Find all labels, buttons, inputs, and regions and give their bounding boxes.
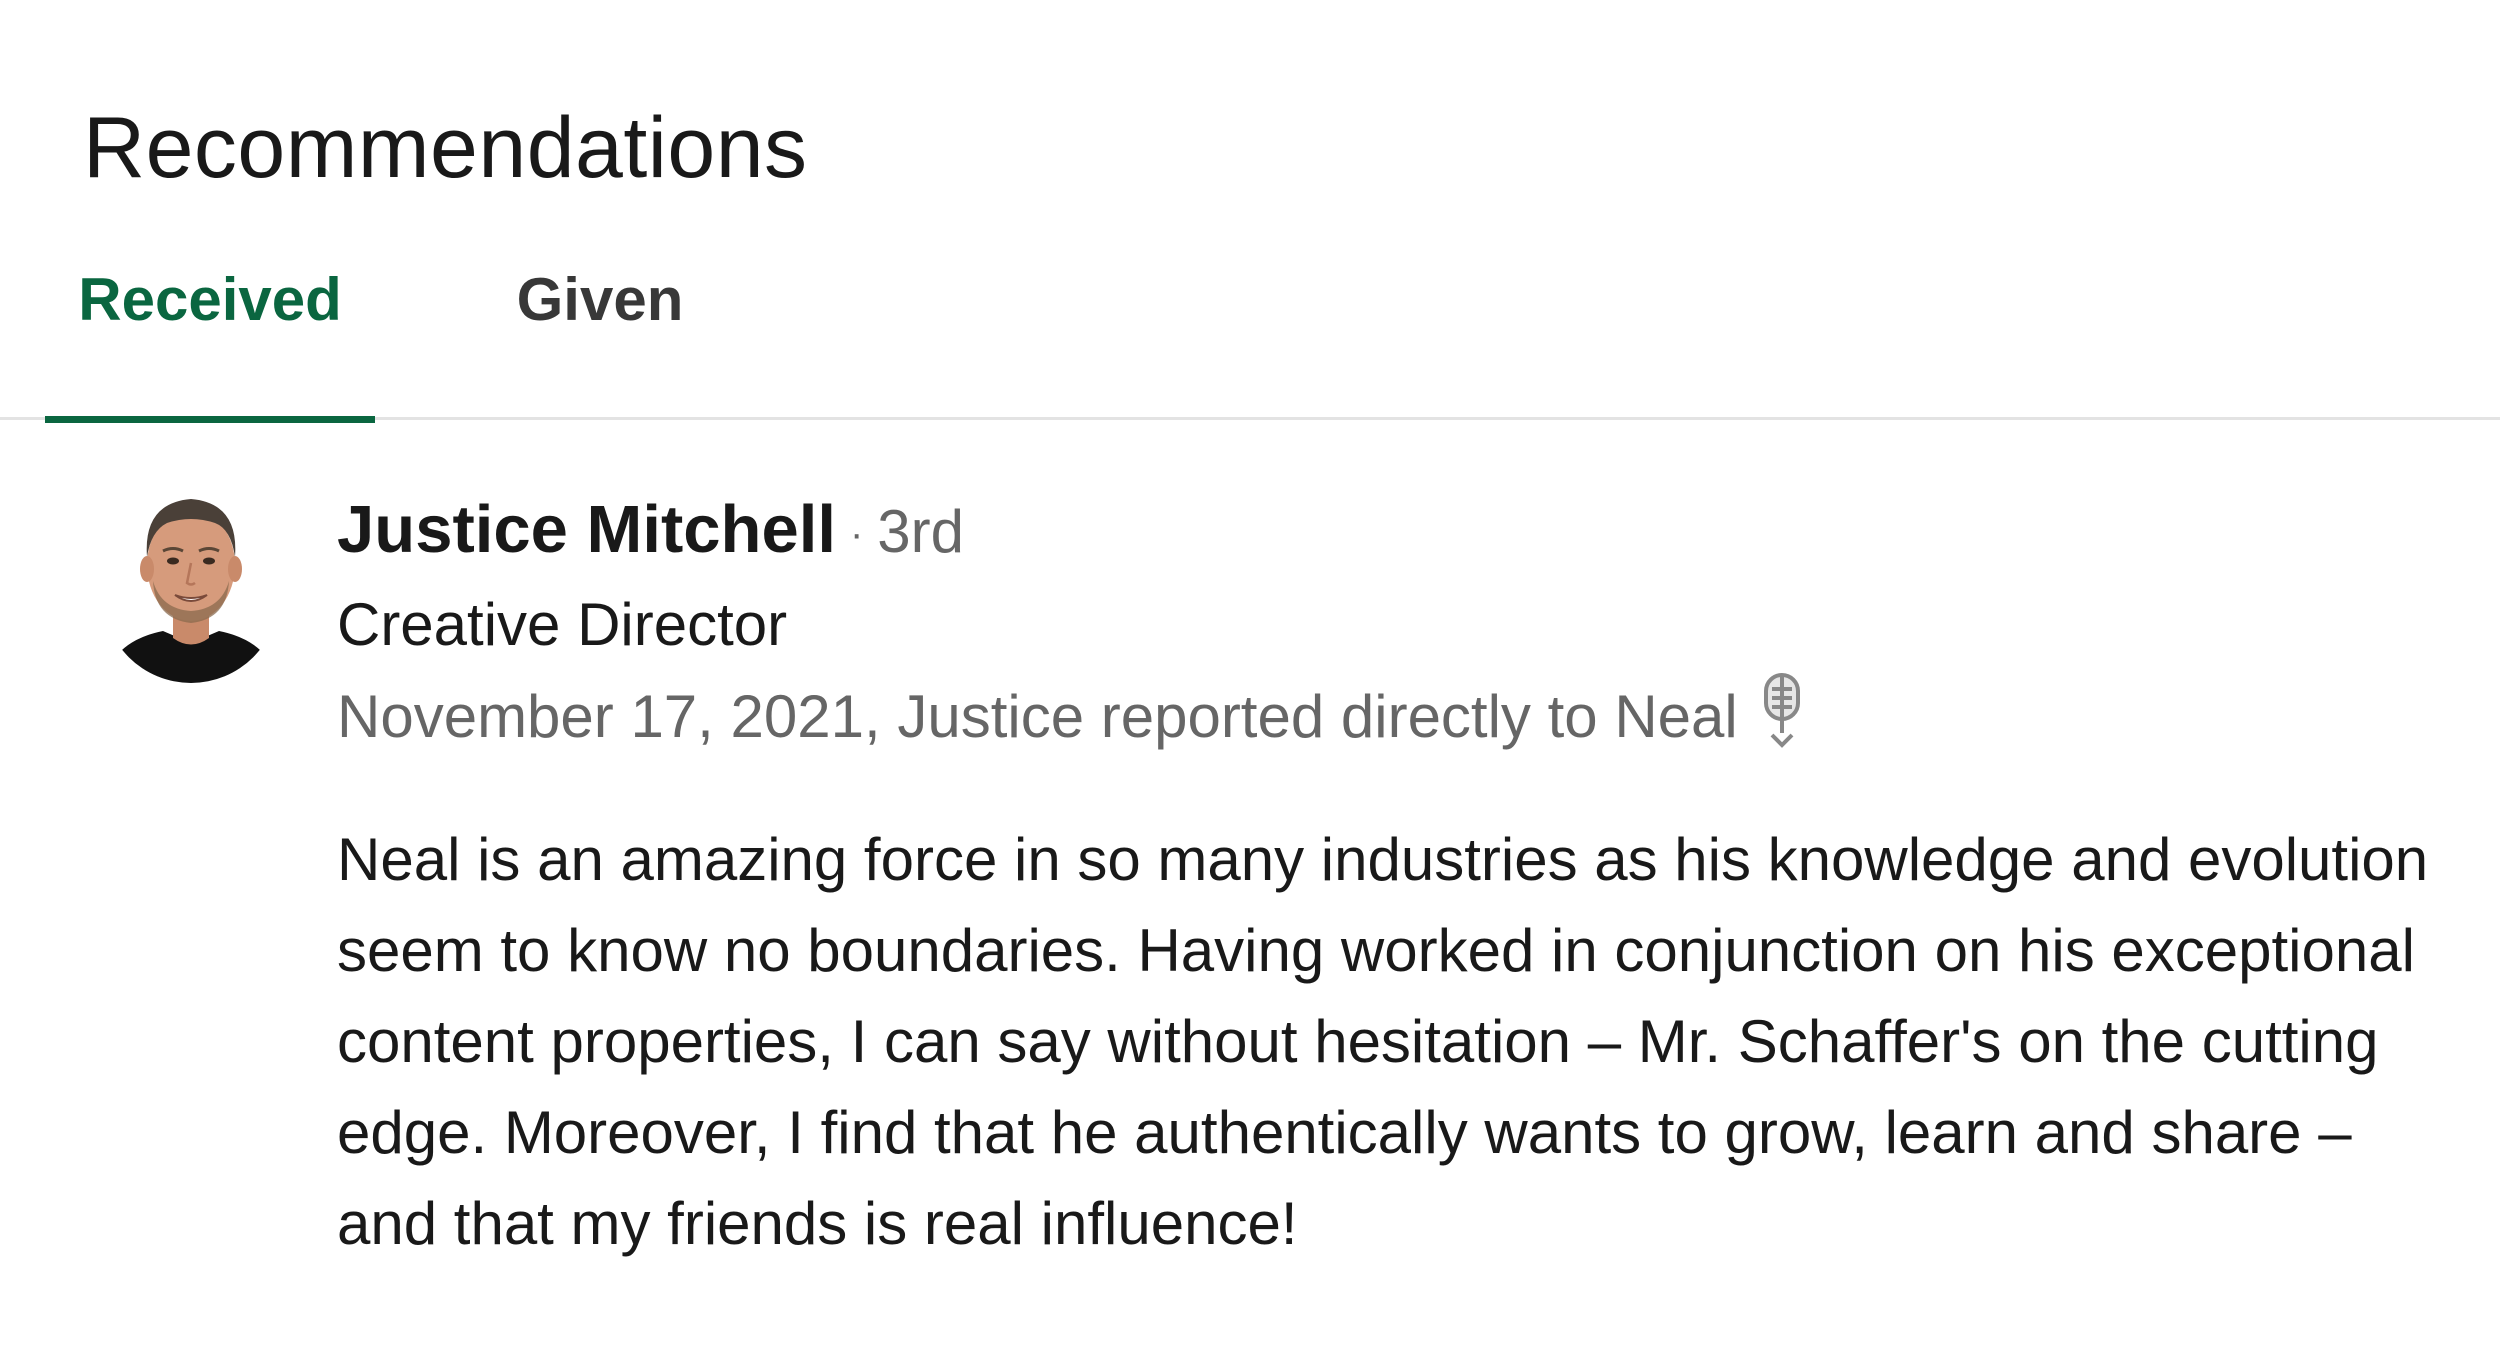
recommender-name-line: Justice Mitchell · 3rd <box>337 480 2437 580</box>
tab-received[interactable]: Received <box>45 250 375 423</box>
recommendation-date-relationship: November 17, 2021, Justice reported dire… <box>337 683 1738 750</box>
connection-degree: 3rd <box>877 498 964 565</box>
degree-separator: · <box>849 512 864 557</box>
microphone-icon <box>1754 671 1810 749</box>
recommendation-item: Justice Mitchell · 3rd Creative Director N… <box>337 480 2437 1269</box>
recommendations-section: Recommendations Received Given Justice M… <box>0 0 2500 1367</box>
tab-given-label: Given <box>516 266 684 333</box>
recommendation-tabs: Received Given <box>0 250 2500 423</box>
recommendation-text: Neal is an amazing force in so many indu… <box>337 826 2429 1257</box>
recommender-title: Creative Director <box>337 591 788 658</box>
active-tab-indicator <box>45 416 375 423</box>
recommendation-meta: November 17, 2021, Justice reported dire… <box>337 671 2437 762</box>
avatar[interactable] <box>103 473 279 693</box>
section-heading: Recommendations <box>83 100 808 196</box>
tab-given[interactable]: Given <box>480 250 720 420</box>
recommender-name[interactable]: Justice Mitchell <box>337 492 836 567</box>
tab-received-label: Received <box>78 266 342 333</box>
